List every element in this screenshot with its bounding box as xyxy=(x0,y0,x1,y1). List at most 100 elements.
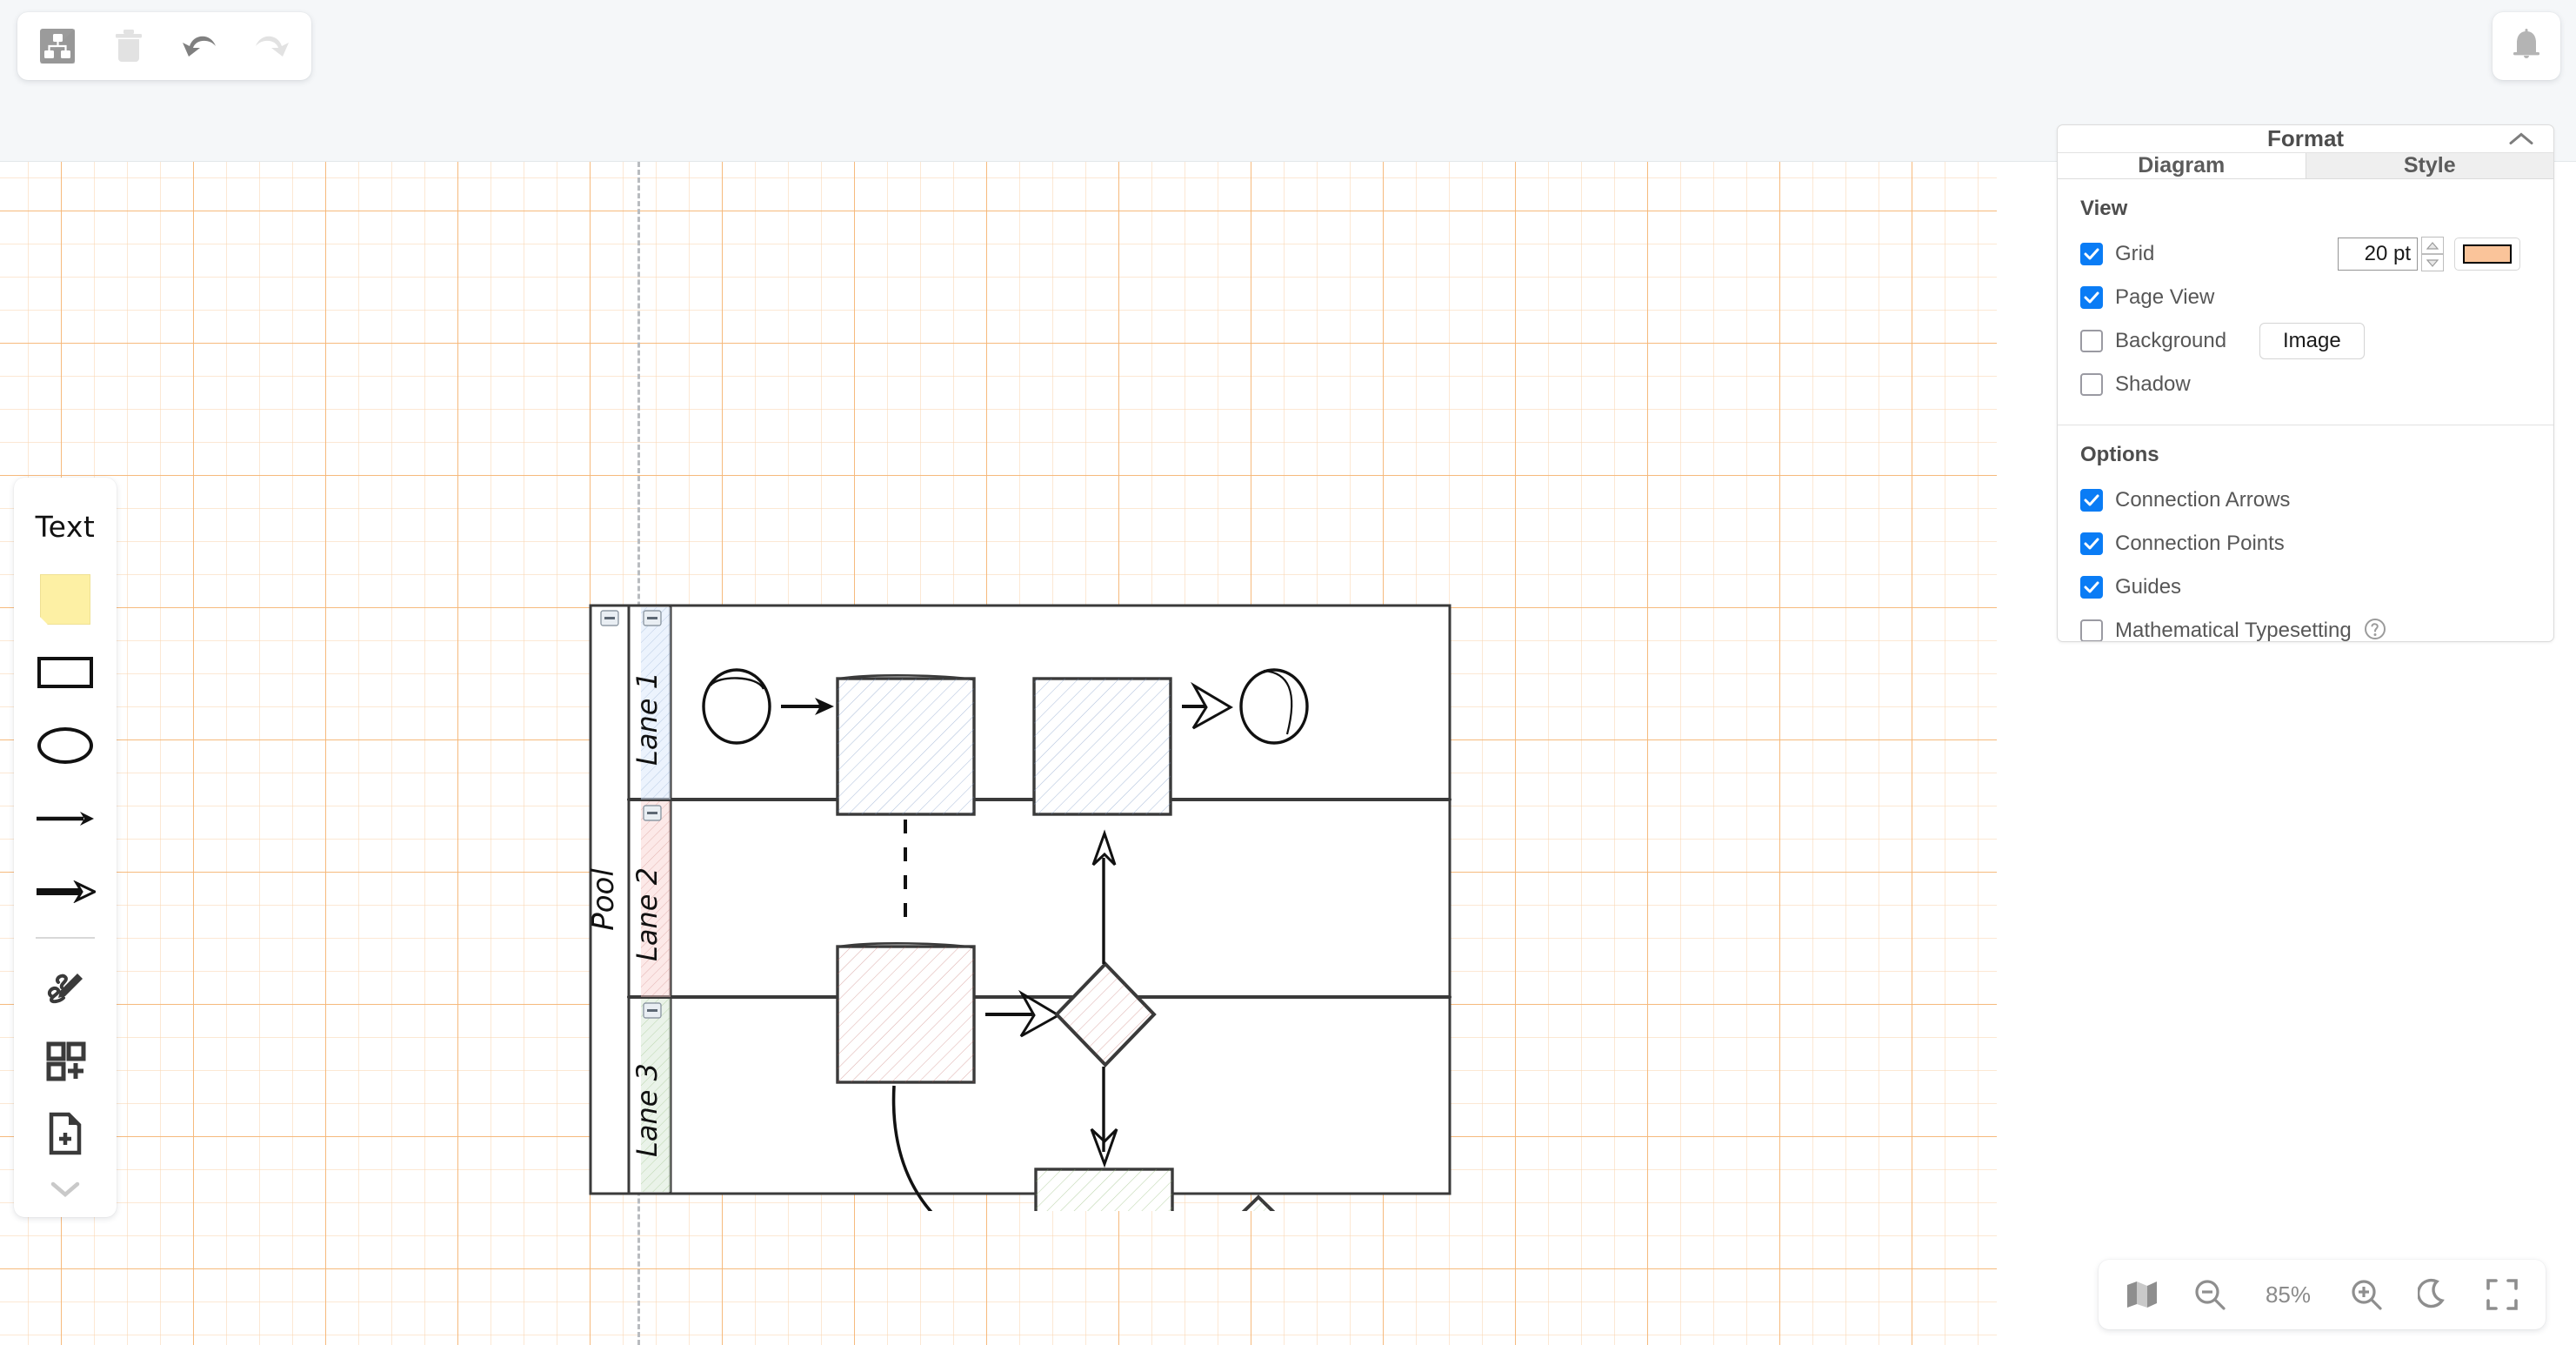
arrow-icon xyxy=(37,812,94,826)
undo-button[interactable] xyxy=(176,22,224,70)
ellipse-icon xyxy=(37,727,93,764)
bpmn-pool[interactable]: Pool Lane 1 Lane 2 Lane 3 xyxy=(586,588,1457,1307)
app-menu-button[interactable] xyxy=(33,22,82,70)
lane-3-collapse-button[interactable] xyxy=(643,1002,662,1019)
background-checkbox[interactable] xyxy=(2080,330,2103,352)
lane-2-label: Lane 2 xyxy=(631,867,664,961)
undo-icon xyxy=(183,36,216,57)
collapse-panel-button[interactable] xyxy=(2508,125,2534,152)
dark-mode-button[interactable] xyxy=(2413,1274,2455,1315)
guides-label: Guides xyxy=(2115,575,2182,599)
tab-style[interactable]: Style xyxy=(2305,153,2553,178)
delete-button[interactable] xyxy=(104,22,153,70)
start-event[interactable] xyxy=(702,668,771,745)
status-bar: 85% xyxy=(2099,1260,2546,1329)
freehand-tool[interactable] xyxy=(22,951,109,1024)
tab-style-label: Style xyxy=(2403,153,2456,177)
grid-row: Grid 20 pt xyxy=(2080,235,2531,273)
task-3[interactable] xyxy=(836,942,976,1084)
grid-size-input[interactable]: 20 pt xyxy=(2338,238,2418,271)
map-outline-icon xyxy=(2127,1281,2157,1308)
task-1[interactable] xyxy=(836,674,976,816)
chevron-down-icon xyxy=(50,1181,80,1197)
grid-size-stepper[interactable] xyxy=(2421,237,2444,271)
rectangle-shape[interactable] xyxy=(22,636,109,709)
double-arrow-shape[interactable] xyxy=(22,855,109,928)
arrow-shape[interactable] xyxy=(22,782,109,855)
view-section: View Grid 20 pt Page View Background Ima… xyxy=(2058,179,2553,425)
more-shapes[interactable] xyxy=(22,1024,109,1097)
sticky-note-icon xyxy=(40,574,90,625)
page-plus-icon xyxy=(49,1112,82,1155)
redo-button[interactable] xyxy=(247,22,296,70)
diagram-editor-app: Pool Lane 1 Lane 2 Lane 3 Text Format Di… xyxy=(0,0,2576,1345)
connection-arrows-row: Connection Arrows xyxy=(2080,481,2531,519)
fullscreen-button[interactable] xyxy=(2481,1274,2523,1315)
shapes-plus-icon xyxy=(46,1041,86,1081)
background-label: Background xyxy=(2115,329,2227,352)
expand-palette[interactable] xyxy=(22,1170,109,1208)
pool-label: Pool xyxy=(587,868,621,931)
format-tabs: Diagram Style xyxy=(2058,153,2553,179)
guides-checkbox[interactable] xyxy=(2080,576,2103,599)
lane-3-label: Lane 3 xyxy=(631,1063,664,1157)
lane-1-collapse-button[interactable] xyxy=(643,610,662,626)
zoom-level[interactable]: 85% xyxy=(2257,1281,2319,1308)
ellipse-shape[interactable] xyxy=(22,709,109,782)
task-2[interactable] xyxy=(1032,677,1172,816)
connection-points-checkbox[interactable] xyxy=(2080,532,2103,555)
outline-button[interactable] xyxy=(2121,1274,2163,1315)
zoom-out-icon xyxy=(2195,1280,2226,1310)
view-heading: View xyxy=(2080,197,2128,220)
diagram-canvas[interactable]: Pool Lane 1 Lane 2 Lane 3 Text xyxy=(0,162,1997,1345)
moon-icon xyxy=(2418,1278,2445,1308)
stepper-up[interactable] xyxy=(2421,237,2444,254)
math-typesetting-help-button[interactable] xyxy=(2364,618,2386,642)
pool-collapse-button[interactable] xyxy=(600,610,619,626)
redo-icon xyxy=(256,36,289,57)
palette-divider xyxy=(36,937,95,939)
sticky-note-shape[interactable] xyxy=(22,563,109,636)
gateway-2[interactable] xyxy=(1216,1194,1301,1278)
pencil-scribble-icon xyxy=(47,974,83,1004)
page-view-checkbox[interactable] xyxy=(2080,286,2103,309)
check-icon xyxy=(2084,581,2099,593)
zoom-out-button[interactable] xyxy=(2189,1274,2231,1315)
background-image-button[interactable]: Image xyxy=(2259,323,2365,359)
pool-svg: Pool Lane 1 Lane 2 Lane 3 xyxy=(586,604,1452,1307)
zoom-in-button[interactable] xyxy=(2346,1274,2387,1315)
help-icon xyxy=(2364,618,2386,639)
format-panel: Format Diagram Style View Grid 20 pt Pag… xyxy=(2057,124,2554,642)
connection-arrows-label: Connection Arrows xyxy=(2115,488,2291,512)
shadow-checkbox[interactable] xyxy=(2080,373,2103,396)
options-section: Options Connection Arrows Connection Poi… xyxy=(2058,425,2553,642)
end-event[interactable] xyxy=(1239,668,1309,745)
notifications-button[interactable] xyxy=(2493,12,2560,80)
page-title: Format xyxy=(2266,125,2345,151)
new-page[interactable] xyxy=(22,1097,109,1170)
text-shape[interactable]: Text xyxy=(22,490,109,563)
stepper-down[interactable] xyxy=(2421,254,2444,271)
connection-points-row: Connection Points xyxy=(2080,525,2531,563)
shadow-row: Shadow xyxy=(2080,365,2531,404)
zoom-in-icon xyxy=(2352,1280,2382,1310)
trash-icon xyxy=(116,30,142,62)
lane-1-label: Lane 1 xyxy=(631,672,664,766)
lane-2-collapse-button[interactable] xyxy=(643,805,662,821)
connection-arrows-checkbox[interactable] xyxy=(2080,489,2103,512)
shape-palette: Text xyxy=(14,478,117,1217)
check-icon xyxy=(2084,538,2099,550)
page-view-row: Page View xyxy=(2080,278,2531,317)
options-heading: Options xyxy=(2080,443,2159,466)
grid-color-button[interactable] xyxy=(2454,238,2520,271)
caret-down-icon xyxy=(2426,258,2439,267)
tab-diagram[interactable]: Diagram xyxy=(2058,153,2306,178)
tab-diagram-label: Diagram xyxy=(2138,153,2226,177)
page-view-label: Page View xyxy=(2115,285,2215,309)
math-typesetting-checkbox[interactable] xyxy=(2080,619,2103,641)
shadow-label: Shadow xyxy=(2115,372,2191,396)
task-4[interactable] xyxy=(1034,1168,1174,1307)
text-icon: Text xyxy=(35,509,96,544)
check-icon xyxy=(2084,248,2099,260)
grid-checkbox[interactable] xyxy=(2080,243,2103,265)
